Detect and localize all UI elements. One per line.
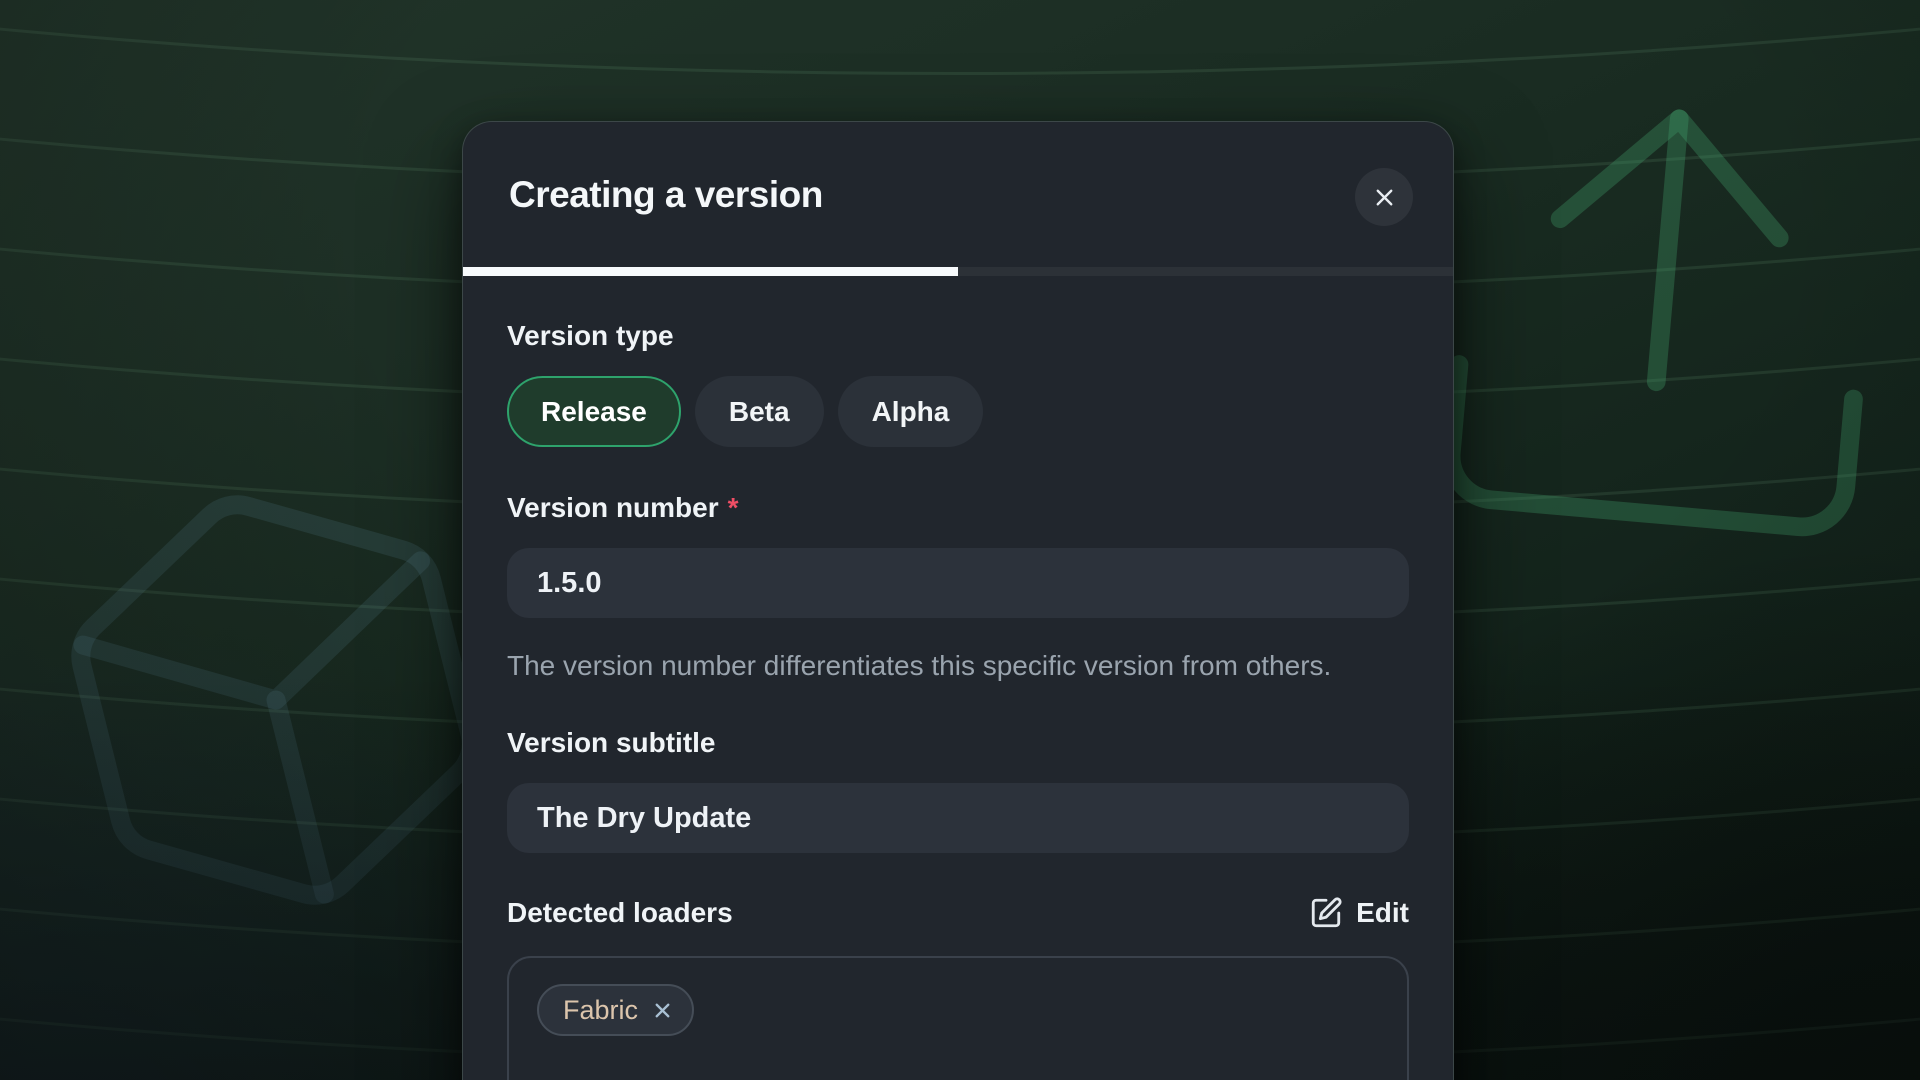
version-type-label: Version type <box>507 319 1409 353</box>
x-icon <box>651 999 674 1022</box>
version-type-options: Release Beta Alpha <box>507 376 1409 447</box>
edit-loaders-button[interactable]: Edit <box>1309 896 1409 930</box>
modal-title: Creating a version <box>509 174 823 216</box>
detected-loaders-row: Detected loaders Edit <box>507 896 1409 930</box>
version-type-release-button[interactable]: Release <box>507 376 681 447</box>
version-number-help-text: The version number differentiates this s… <box>507 644 1387 688</box>
upload-arrow-icon <box>1376 30 1920 602</box>
version-subtitle-input[interactable] <box>507 783 1409 853</box>
page-background: Creating a version Version type Release … <box>0 0 1920 1080</box>
loader-chip-fabric: Fabric <box>537 984 694 1036</box>
remove-loader-button[interactable] <box>651 999 674 1022</box>
version-number-label-row: Version number * <box>507 491 1409 525</box>
modal-header: Creating a version <box>463 122 1453 267</box>
version-number-label: Version number <box>507 492 719 523</box>
required-asterisk: * <box>728 492 739 523</box>
square-pen-icon <box>1309 896 1343 930</box>
progress-fill <box>463 267 958 276</box>
detected-loaders-label: Detected loaders <box>507 896 733 930</box>
progress-bar <box>463 267 1453 276</box>
edit-button-label: Edit <box>1356 897 1409 929</box>
version-type-beta-button[interactable]: Beta <box>695 376 824 447</box>
version-subtitle-label: Version subtitle <box>507 726 1409 760</box>
close-button[interactable] <box>1355 168 1413 226</box>
x-icon <box>1371 184 1398 211</box>
create-version-modal: Creating a version Version type Release … <box>462 121 1454 1080</box>
detected-loaders-box: Fabric <box>507 956 1409 1080</box>
version-type-alpha-button[interactable]: Alpha <box>838 376 984 447</box>
modal-body: Version type Release Beta Alpha Version … <box>463 276 1453 1080</box>
version-number-input[interactable] <box>507 548 1409 618</box>
loader-chip-label: Fabric <box>563 995 638 1026</box>
